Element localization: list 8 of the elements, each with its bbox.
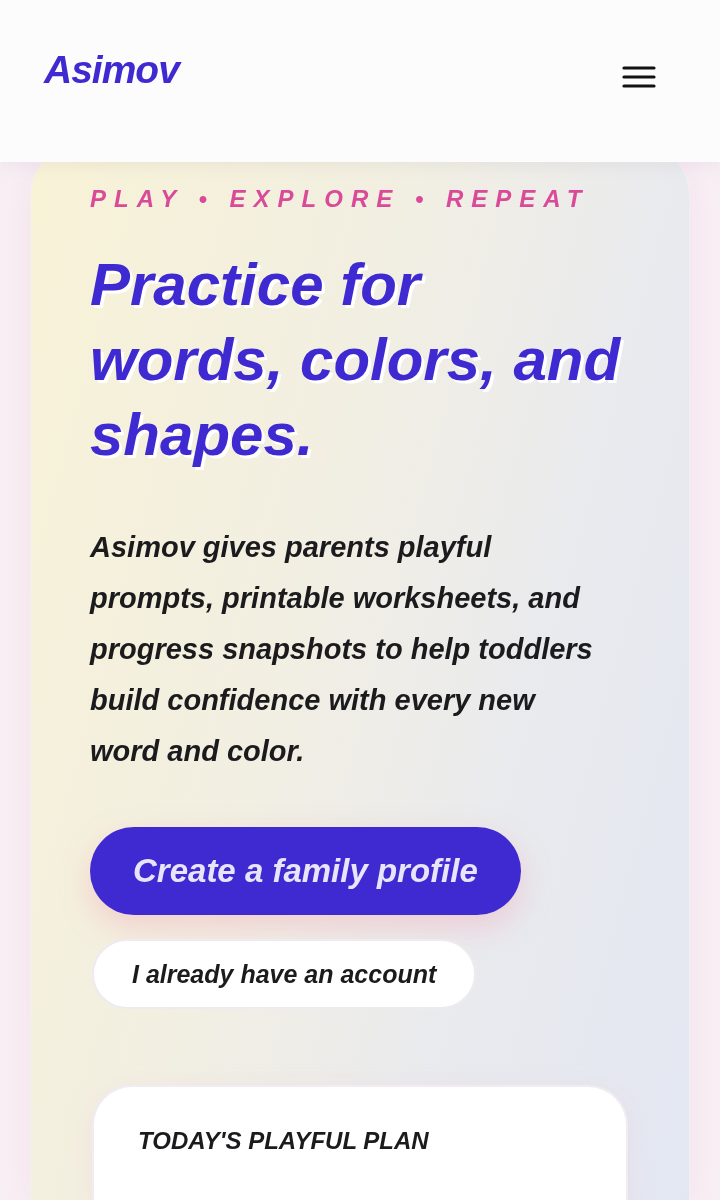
account-button[interactable]: I already have an account: [92, 939, 477, 1009]
menu-icon: [622, 66, 656, 88]
menu-button[interactable]: [622, 66, 656, 88]
plan-title: TODAY'S PLAYFUL PLAN: [138, 1127, 430, 1155]
create-profile-button[interactable]: Create a family profile: [90, 827, 521, 915]
hero-heading: Practice for words, colors, and shapes.: [90, 250, 622, 470]
eyebrow-tagline: PLAY • EXPLORE • REPEAT: [90, 185, 590, 213]
hero-description: Asimov gives parents playful prompts, printable worksheets, and progress snapshots to help toddlers build confidence with every new word and color.: [90, 530, 594, 769]
